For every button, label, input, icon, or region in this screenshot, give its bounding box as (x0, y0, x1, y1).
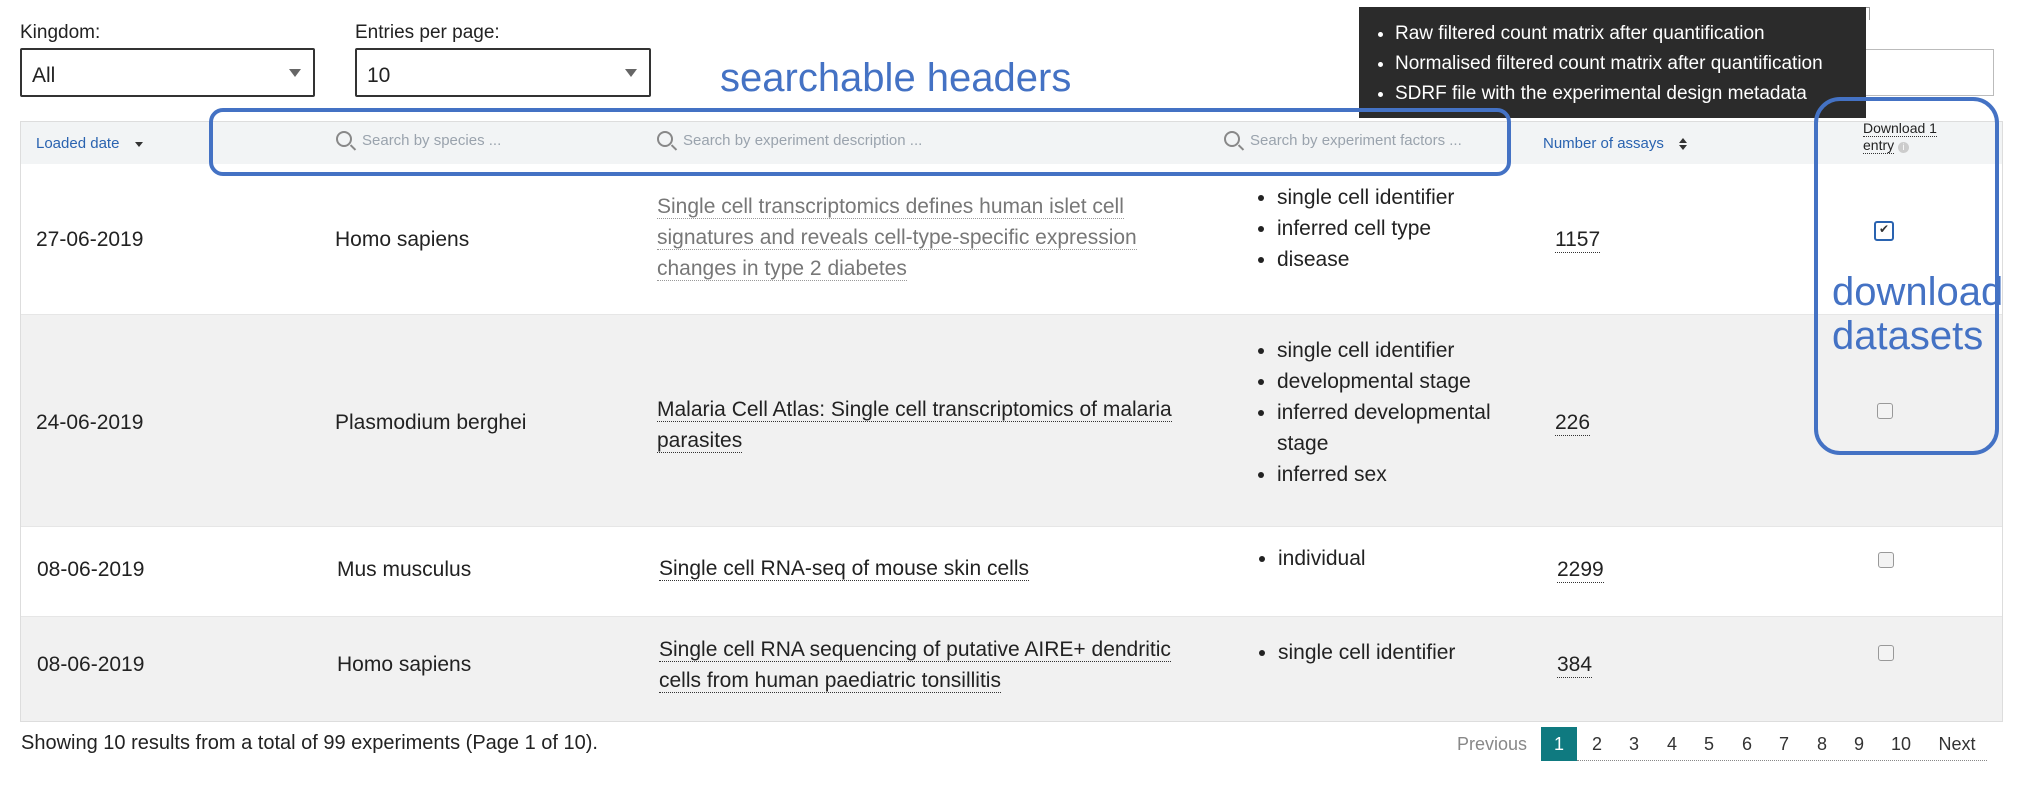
header-loaded-date[interactable]: Loaded date (36, 135, 144, 152)
searchable-headers-annotation: searchable headers (720, 56, 1072, 100)
assay-count[interactable]: 226 (1555, 411, 1591, 436)
species-cell: Homo sapiens (335, 228, 470, 251)
factor-item: disease (1277, 244, 1507, 275)
factor-item: inferred cell type (1277, 213, 1507, 244)
searchable-headers-highlight (209, 108, 1511, 176)
annotation-line: datasets (1832, 314, 1984, 358)
description-line: Single cell RNA sequencing of putative A… (659, 638, 1171, 662)
entries-label: Entries per page: (355, 22, 500, 43)
description-line: Single cell transcriptomics defines huma… (657, 195, 1124, 219)
entries-select-value: 10 (367, 64, 391, 87)
header-assays-label: Number of assays (1543, 135, 1664, 152)
factor-item: individual (1278, 543, 1508, 574)
page-button[interactable]: 5 (1693, 727, 1725, 761)
header-number-of-assays[interactable]: Number of assays (1543, 135, 1688, 152)
description-line: changes in type 2 diabetes (657, 257, 907, 281)
sort-desc-icon (134, 142, 143, 148)
factor-item: single cell identifier (1277, 335, 1507, 366)
description-line: signatures and reveals cell-type-specifi… (657, 226, 1137, 250)
description-line: Single cell RNA-seq of mouse skin cells (659, 557, 1029, 581)
loaded-date-cell: 08-06-2019 (37, 653, 145, 676)
pagination: Previous 1 2 3 4 5 6 7 8 9 10 Next (0, 727, 2018, 761)
description-line: cells from human paediatric tonsillitis (659, 669, 1001, 693)
factor-item: inferred developmental stage (1277, 397, 1507, 459)
sort-icon (1679, 138, 1688, 151)
species-cell: Mus musculus (337, 558, 472, 581)
table-row: 08-06-2019 Homo sapiens Single cell RNA … (21, 617, 2002, 721)
assay-count[interactable]: 384 (1557, 653, 1593, 678)
experiment-link[interactable]: Single cell RNA-seq of mouse skin cells (659, 553, 1174, 584)
tooltip-item: Raw filtered count matrix after quantifi… (1395, 19, 1858, 49)
previous-page-button[interactable]: Previous (1452, 727, 1532, 761)
page-button[interactable]: 10 (1881, 727, 1921, 761)
experiments-table: Loaded date Search by species ... Search… (20, 120, 2003, 722)
species-cell: Homo sapiens (337, 653, 472, 676)
species-cell: Plasmodium berghei (335, 411, 527, 434)
table-row: 27-06-2019 Homo sapiens Single cell tran… (21, 164, 2002, 315)
download-datasets-annotation: download datasets (1832, 270, 2003, 358)
entries-select[interactable]: 10 (355, 48, 651, 97)
download-checkbox[interactable] (1878, 645, 1894, 661)
kingdom-label: Kingdom: (20, 22, 101, 43)
download-checkbox[interactable] (1878, 552, 1894, 568)
page-button[interactable]: 6 (1731, 727, 1763, 761)
table-row: 08-06-2019 Mus musculus Single cell RNA-… (21, 527, 2002, 617)
factors-list: single cell identifier developmental sta… (1255, 335, 1507, 490)
page-button[interactable]: 7 (1768, 727, 1800, 761)
loaded-date-cell: 27-06-2019 (36, 228, 144, 251)
page-button[interactable]: 2 (1581, 727, 1613, 761)
factors-list: single cell identifier (1256, 637, 1508, 668)
factor-item: single cell identifier (1277, 182, 1507, 213)
download-tooltip: Raw filtered count matrix after quantifi… (1359, 7, 1866, 118)
kingdom-select[interactable]: All (20, 48, 315, 97)
page-button[interactable]: 4 (1656, 727, 1688, 761)
next-page-button[interactable]: Next (1929, 727, 1985, 761)
assay-count[interactable]: 2299 (1557, 558, 1604, 583)
factor-item: inferred sex (1277, 459, 1507, 490)
loaded-date-cell: 24-06-2019 (36, 411, 144, 434)
kingdom-select-value: All (32, 64, 56, 87)
chevron-down-icon (625, 69, 637, 77)
factor-item: developmental stage (1277, 366, 1507, 397)
experiment-link[interactable]: Malaria Cell Atlas: Single cell transcri… (657, 394, 1172, 456)
tooltip-item: SDRF file with the experimental design m… (1395, 79, 1858, 109)
pager-underline (1577, 760, 1987, 761)
chevron-down-icon (289, 69, 301, 77)
annotation-line: download (1832, 270, 2004, 314)
header-loaded-date-label: Loaded date (36, 135, 120, 152)
factors-list: individual (1256, 543, 1508, 574)
loaded-date-cell: 08-06-2019 (37, 558, 145, 581)
assay-count[interactable]: 1157 (1555, 228, 1601, 253)
page-button[interactable]: 3 (1618, 727, 1650, 761)
experiment-link[interactable]: Single cell RNA sequencing of putative A… (659, 634, 1174, 696)
table-row: 24-06-2019 Plasmodium berghei Malaria Ce… (21, 315, 2002, 527)
description-line: parasites (657, 429, 743, 453)
factors-list: single cell identifier inferred cell typ… (1255, 182, 1507, 275)
description-line: Malaria Cell Atlas: Single cell transcri… (657, 398, 1172, 422)
page-button[interactable]: 9 (1843, 727, 1875, 761)
experiment-link[interactable]: Single cell transcriptomics defines huma… (657, 191, 1172, 284)
factor-item: single cell identifier (1278, 637, 1508, 668)
page-button[interactable]: 8 (1806, 727, 1838, 761)
page-button[interactable]: 1 (1541, 727, 1577, 761)
tooltip-item: Normalised filtered count matrix after q… (1395, 49, 1858, 79)
